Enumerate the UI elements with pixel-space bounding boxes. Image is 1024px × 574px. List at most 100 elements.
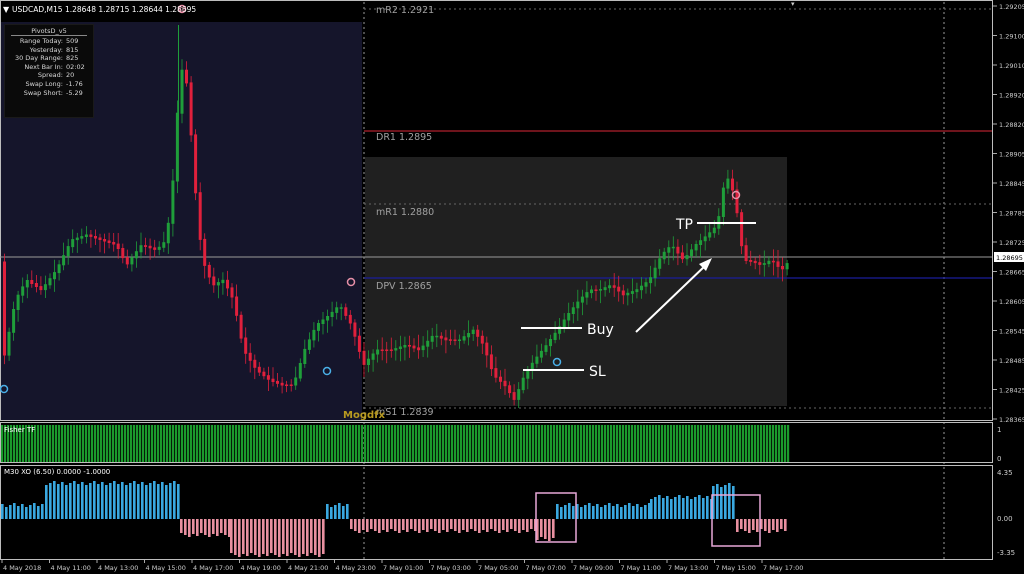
info-row: Swap Long: -1.76 xyxy=(5,80,93,89)
candle-body xyxy=(412,345,416,349)
fisher-bar xyxy=(310,425,313,462)
time-tick-label: 4 May 17:00 xyxy=(193,564,233,572)
fisher-bar xyxy=(772,425,775,462)
fisher-bar xyxy=(661,425,664,462)
fisher-bar xyxy=(532,425,535,462)
fisher-bar xyxy=(319,425,322,462)
xo-bar xyxy=(568,503,571,519)
time-axis[interactable]: 4 May 2018 4 May 11:00 4 May 13:00 4 May 15… xyxy=(1,560,803,572)
fisher-bar xyxy=(760,425,763,462)
fisher-bar xyxy=(664,425,667,462)
candle-body xyxy=(307,339,311,350)
fisher-bar xyxy=(658,425,661,462)
fisher-bar xyxy=(382,425,385,462)
fisher-bar xyxy=(757,425,760,462)
info-row: Next Bar In: 02:02 xyxy=(5,63,93,72)
xo-bar xyxy=(266,519,269,556)
xo-bar xyxy=(216,519,219,536)
fisher-bar xyxy=(337,425,340,462)
candle-body xyxy=(762,263,766,265)
price-axis[interactable]: 1.29205 1.29100 1.29010 1.28920 1.28820 1.289… xyxy=(993,3,1024,424)
candle-body xyxy=(271,378,275,382)
xo-bar xyxy=(49,483,52,519)
fisher-bar xyxy=(646,425,649,462)
fisher-bar xyxy=(175,425,178,462)
price-tick-label: 1.28845 xyxy=(999,180,1024,188)
xo-bar xyxy=(9,505,12,519)
info-panel-title: PivotsD_v5 xyxy=(11,27,87,36)
xo-bar xyxy=(650,499,653,519)
fisher-bar xyxy=(496,425,499,462)
candle-body xyxy=(512,392,516,400)
fisher-bar xyxy=(145,425,148,462)
fisher-bar xyxy=(298,425,301,462)
candle-body xyxy=(53,272,56,280)
fisher-bar xyxy=(655,425,658,462)
price-tick-label: 1.28920 xyxy=(999,92,1024,100)
candle-body xyxy=(371,353,375,360)
xo-bar xyxy=(694,497,697,519)
xo-bar xyxy=(596,504,599,519)
xo-bar xyxy=(29,505,32,519)
time-tick-label: 7 May 05:00 xyxy=(478,564,518,572)
level-label-mr2: mR2 1.2921 xyxy=(376,5,434,16)
candle-body xyxy=(394,348,398,351)
info-key: Next Bar In: xyxy=(24,62,63,71)
candle-body xyxy=(353,322,357,337)
fisher-bar xyxy=(412,425,415,462)
fisher-bar xyxy=(520,425,523,462)
xo-bar xyxy=(153,481,156,519)
fisher-bar xyxy=(223,425,226,462)
fisher-bar xyxy=(268,425,271,462)
candle-body xyxy=(485,342,489,356)
fisher-bar xyxy=(493,425,496,462)
candle-body xyxy=(453,339,457,341)
chart-canvas[interactable]: mR2 1.2921 DR1 1.2895 mR1 1.2880 DPV 1.2… xyxy=(0,0,1024,574)
candle-body xyxy=(489,354,493,370)
xo-bar xyxy=(302,519,305,554)
fisher-bar xyxy=(265,425,268,462)
xo-bar xyxy=(592,506,595,519)
candle-body xyxy=(130,257,134,265)
xo-bar xyxy=(137,484,140,519)
fisher-bar xyxy=(370,425,373,462)
xo-bar xyxy=(736,519,739,532)
candle-body xyxy=(703,236,707,242)
price-tick-label: 1.28485 xyxy=(999,357,1024,365)
xo-bar xyxy=(310,519,313,553)
candle-body xyxy=(339,307,343,309)
fisher-bar xyxy=(103,425,106,462)
fisher-bar xyxy=(205,425,208,462)
fisher-bar xyxy=(70,425,73,462)
candle-body xyxy=(203,238,207,266)
fisher-bar xyxy=(247,425,250,462)
trading-chart-window[interactable]: mR2 1.2921 DR1 1.2895 mR1 1.2880 DPV 1.2… xyxy=(0,0,1024,574)
fisher-bar xyxy=(100,425,103,462)
candle-body xyxy=(25,280,29,288)
info-value: 825 xyxy=(66,54,79,63)
collapse-arrow-icon[interactable]: ▼ xyxy=(3,5,10,14)
fisher-bar xyxy=(271,425,274,462)
xo-bar xyxy=(161,482,164,519)
candle-body xyxy=(235,296,239,316)
fisher-bar xyxy=(283,425,286,462)
fisher-bar xyxy=(238,425,241,462)
xo-bar xyxy=(540,519,543,537)
fisher-bar xyxy=(349,425,352,462)
candle-body xyxy=(94,236,97,239)
xo-bar xyxy=(728,483,731,519)
fisher-bar xyxy=(91,425,94,462)
fisher-bar xyxy=(604,425,607,462)
fisher-bar xyxy=(673,425,676,462)
xo-bar xyxy=(690,499,693,519)
xo-bar xyxy=(752,519,755,530)
fisher-bar xyxy=(448,425,451,462)
fisher-bar xyxy=(181,425,184,462)
candle-body xyxy=(594,289,598,291)
candle-body xyxy=(107,240,111,243)
xo-axis-mid: 0.00 xyxy=(997,515,1013,523)
xo-bar xyxy=(212,519,215,534)
fisher-bar xyxy=(616,425,619,462)
candle-body xyxy=(444,337,448,341)
fisher-bar xyxy=(550,425,553,462)
